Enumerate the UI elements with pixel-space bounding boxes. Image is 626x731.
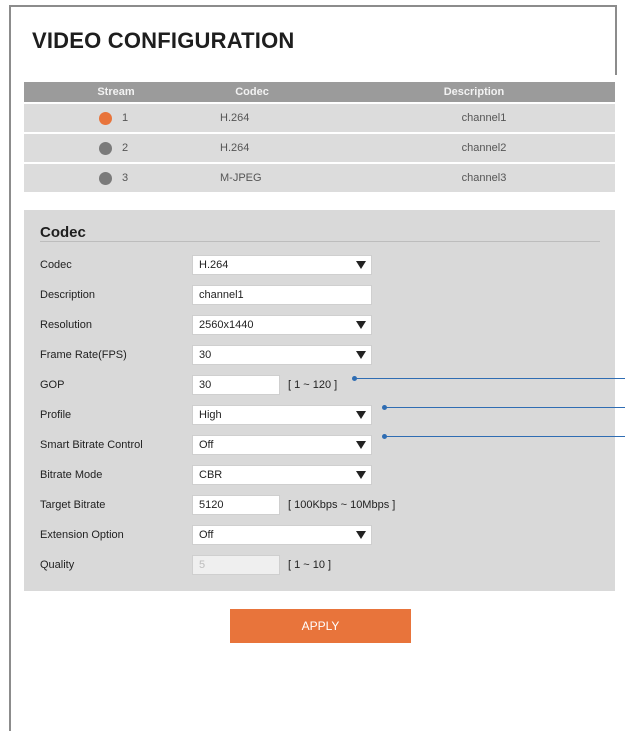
extension-option-select[interactable]: Off [192,525,372,545]
smart-bitrate-select-value: Off [199,439,214,451]
gop-row: GOP [ 1 ~ 120 ] [24,372,615,398]
stream-codec: H.264 [220,142,250,154]
profile-select-value: High [199,409,222,421]
frame-rate-select-value: 30 [199,349,212,361]
bitrate-mode-row: Bitrate Mode CBR [24,462,615,488]
codec-label: Codec [40,259,72,271]
table-row[interactable]: 2 H.264 channel2 [24,132,615,162]
extension-option-select-value: Off [199,529,214,541]
stream-number: 3 [122,172,129,184]
frame-right-border [615,5,617,75]
resolution-select[interactable]: 2560x1440 [192,315,372,335]
resolution-row: Resolution 2560x1440 [24,312,615,338]
stream-codec: M-JPEG [220,172,262,184]
codec-panel: Codec Codec H.264 Description Resolution… [24,210,615,591]
frame-rate-row: Frame Rate(FPS) 30 [24,342,615,368]
target-bitrate-input[interactable] [192,495,280,515]
extension-option-row: Extension Option Off [24,522,615,548]
quality-label: Quality [40,559,75,571]
frame-left-border [9,5,11,731]
codec-row: Codec H.264 [24,252,615,278]
stream-radio-3[interactable] [99,171,112,185]
frame-rate-select[interactable]: 30 [192,345,372,365]
caret-down-icon [356,531,366,539]
smart-bitrate-label: Smart Bitrate Control [40,439,143,451]
quality-range: [ 1 ~ 10 ] [288,559,332,571]
frame-top-border [9,5,617,7]
gop-label: GOP [40,379,65,391]
bitrate-mode-select[interactable]: CBR [192,465,372,485]
stream-table-header: Stream Codec Description [24,82,615,102]
target-bitrate-row: Target Bitrate [ 100Kbps ~ 10Mbps ] [24,492,615,518]
header-stream: Stream [97,86,135,98]
description-row: Description [24,282,615,308]
codec-select[interactable]: H.264 [192,255,372,275]
bitrate-mode-select-value: CBR [199,469,223,481]
stream-description: channel2 [461,142,507,154]
gop-range: [ 1 ~ 120 ] [288,379,338,391]
description-label: Description [40,289,96,301]
description-input[interactable] [192,285,372,305]
stream-table: Stream Codec Description 1 H.264 channel… [24,82,615,192]
header-codec: Codec [235,86,269,98]
profile-row: Profile High [24,402,615,428]
gop-input[interactable] [192,375,280,395]
page-title: VIDEO CONFIGURATION [32,28,295,53]
caret-down-icon [356,321,366,329]
section-title: Codec [40,224,86,241]
stream-description: channel1 [461,112,507,124]
callout-line-profile [385,407,625,408]
caret-down-icon [356,351,366,359]
target-bitrate-label: Target Bitrate [40,499,106,511]
bitrate-mode-label: Bitrate Mode [40,469,103,481]
smart-bitrate-select[interactable]: Off [192,435,372,455]
resolution-label: Resolution [40,319,92,331]
caret-down-icon [356,261,366,269]
stream-number: 1 [122,112,129,124]
extension-option-label: Extension Option [40,529,124,541]
callout-line-smart-bitrate [385,436,625,437]
table-row[interactable]: 1 H.264 channel1 [24,102,615,132]
stream-codec: H.264 [220,112,250,124]
profile-label: Profile [40,409,72,421]
stream-number: 2 [122,142,129,154]
stream-radio-1[interactable] [99,111,112,125]
caret-down-icon [356,441,366,449]
section-divider [40,241,600,242]
profile-select[interactable]: High [192,405,372,425]
quality-row: Quality [ 1 ~ 10 ] [24,552,615,578]
frame-rate-label: Frame Rate(FPS) [40,349,127,361]
quality-input [192,555,280,575]
stream-radio-2[interactable] [99,141,112,155]
caret-down-icon [356,411,366,419]
target-bitrate-range: [ 100Kbps ~ 10Mbps ] [288,499,396,511]
codec-select-value: H.264 [199,259,229,271]
caret-down-icon [356,471,366,479]
stream-description: channel3 [461,172,507,184]
header-description: Description [443,86,505,98]
callout-line-gop [355,378,625,379]
resolution-select-value: 2560x1440 [199,319,254,331]
apply-button[interactable]: APPLY [230,609,411,643]
table-row[interactable]: 3 M-JPEG channel3 [24,162,615,192]
